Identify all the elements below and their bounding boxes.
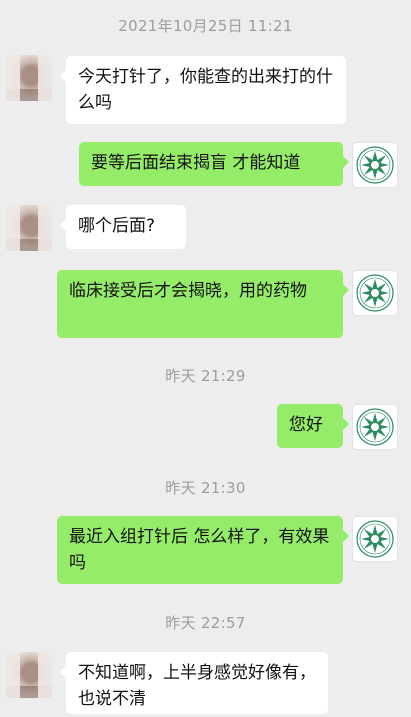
message-timestamp: 2021年10月25日 11:21 <box>118 17 293 35</box>
blurred-user-avatar-icon <box>6 55 52 101</box>
green-emblem-avatar-icon <box>356 146 394 184</box>
user-avatar[interactable] <box>6 205 52 251</box>
message-timestamp: 昨天 21:30 <box>165 479 246 497</box>
self-avatar[interactable] <box>352 404 398 450</box>
green-emblem-avatar-icon <box>356 274 394 312</box>
message-timestamp: 昨天 22:57 <box>165 614 246 632</box>
outgoing-message-bubble[interactable]: 您好 <box>277 404 349 448</box>
blurred-user-avatar-icon <box>6 652 52 698</box>
incoming-message-bubble[interactable]: 不知道啊，上半身感觉好像有，也说不清 <box>60 652 328 714</box>
self-avatar[interactable] <box>352 516 398 562</box>
self-avatar[interactable] <box>352 142 398 188</box>
blurred-user-avatar-icon <box>6 205 52 251</box>
user-avatar[interactable] <box>6 55 52 101</box>
green-emblem-avatar-icon <box>356 520 394 558</box>
outgoing-message-bubble[interactable]: 临床接受后才会揭晓，用的药物 <box>57 270 349 338</box>
chat-message-list[interactable]: 2021年10月25日 11:21 今天打针了，你能查的出来打的什么吗 要等后面… <box>0 0 411 717</box>
message-timestamp: 昨天 21:29 <box>165 367 246 385</box>
outgoing-message-bubble[interactable]: 最近入组打针后 怎么样了，有效果吗 <box>57 516 349 584</box>
user-avatar[interactable] <box>6 652 52 698</box>
outgoing-message-bubble[interactable]: 要等后面结束揭盲 才能知道 <box>79 142 349 186</box>
incoming-message-bubble[interactable]: 今天打针了，你能查的出来打的什么吗 <box>60 56 346 124</box>
incoming-message-bubble[interactable]: 哪个后面? <box>60 205 186 249</box>
green-emblem-avatar-icon <box>356 408 394 446</box>
self-avatar[interactable] <box>352 270 398 316</box>
